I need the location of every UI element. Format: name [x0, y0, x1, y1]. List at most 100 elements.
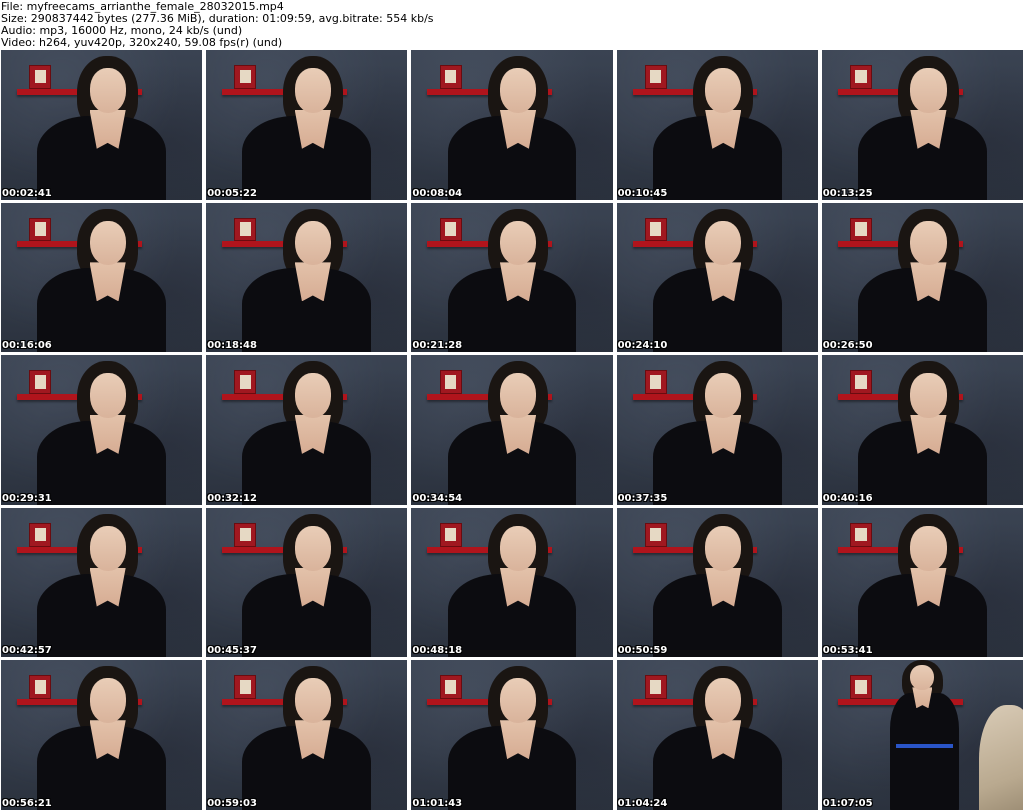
video-thumbnail: 00:26:50 [821, 202, 1023, 353]
video-thumbnail: 00:24:10 [616, 202, 818, 353]
thumbnail-scene-frame [234, 64, 257, 89]
video-thumbnail: 00:10:45 [616, 50, 818, 200]
thumbnail-timestamp: 01:04:24 [617, 798, 668, 809]
thumbnail-timestamp: 00:05:22 [207, 187, 257, 199]
file-info-header: File: myfreecams_arrianthe_female_280320… [0, 0, 1024, 50]
thumbnail-scene-frame [644, 64, 667, 89]
video-thumbnail: 00:29:31 [1, 355, 203, 505]
video-thumbnail: 00:05:22 [206, 50, 408, 200]
thumbnail-scene-frame [849, 64, 873, 89]
thumbnail-scene-person-face [705, 525, 742, 571]
thumbnail-scene-person-face [294, 220, 331, 266]
thumbnail-scene-person-face [89, 678, 126, 724]
thumbnail-timestamp: 00:34:54 [412, 492, 463, 504]
video-thumbnail: 00:48:18 [411, 507, 613, 658]
video-thumbnail: 00:56:21 [1, 660, 203, 810]
thumbnail-scene-person-face [294, 678, 331, 724]
thumbnail-timestamp: 00:50:59 [617, 645, 668, 657]
thumbnail-timestamp: 00:48:18 [412, 645, 463, 657]
thumbnail-scene-person-face [910, 373, 947, 419]
video-thumbnail: 00:16:06 [1, 202, 203, 353]
thumbnail-scene-frame [29, 217, 52, 242]
thumbnail-scene-person-face [705, 678, 742, 724]
thumbnail-scene-person-face [294, 373, 331, 419]
thumbnail-timestamp: 00:45:37 [207, 645, 257, 657]
thumbnail-scene-person-face [705, 220, 742, 266]
thumbnail-timestamp: 00:59:03 [207, 798, 257, 809]
thumbnail-scene-frame [644, 675, 667, 700]
thumbnail-scene-frame [644, 217, 667, 242]
thumbnail-scene-person-face [499, 678, 537, 724]
video-thumbnail: 00:18:48 [206, 202, 408, 353]
thumbnail-timestamp: 00:10:45 [617, 187, 668, 199]
video-thumbnail: 00:50:59 [616, 507, 818, 658]
video-thumbnail: 00:40:16 [821, 355, 1023, 505]
thumbnail-timestamp: 00:53:41 [822, 645, 873, 657]
video-thumbnail: 01:01:43 [411, 660, 613, 810]
thumbnail-timestamp: 00:16:06 [2, 340, 52, 352]
thumbnail-scene-belt [896, 744, 953, 748]
video-thumbnail: 00:32:12 [206, 355, 408, 505]
thumbnail-scene-frame [439, 522, 462, 547]
thumbnail-scene-frame [29, 370, 52, 395]
thumbnail-scene-frame [439, 675, 462, 700]
thumbnail-scene-chair [978, 705, 1023, 810]
thumbnail-scene-frame [439, 217, 462, 242]
video-thumbnail: 00:53:41 [821, 507, 1023, 658]
thumbnail-scene-person-face [705, 67, 742, 113]
video-thumbnail: 00:21:28 [411, 202, 613, 353]
thumbnail-timestamp: 00:32:12 [207, 492, 257, 504]
thumbnail-scene-person-body [890, 693, 959, 810]
thumbnail-scene-frame [234, 675, 257, 700]
thumbnail-scene-person-face [89, 67, 126, 113]
thumbnail-timestamp: 01:07:05 [822, 798, 873, 809]
thumbnail-timestamp: 00:40:16 [822, 492, 873, 504]
thumbnail-scene-frame [849, 217, 873, 242]
video-thumbnail: 00:13:25 [821, 50, 1023, 200]
thumbnail-scene-person-face [89, 220, 126, 266]
thumbnail-scene-frame [29, 522, 52, 547]
thumbnail-scene-person-face [499, 525, 537, 571]
thumbnail-timestamp: 01:01:43 [412, 798, 463, 809]
thumbnail-scene-person-face [499, 220, 537, 266]
thumbnail-scene-person-face [499, 373, 537, 419]
video-thumbnail: 00:59:03 [206, 660, 408, 810]
thumbnail-timestamp: 00:37:35 [617, 492, 668, 504]
thumbnail-timestamp: 00:56:21 [2, 798, 52, 809]
thumbnail-scene-person-face [910, 67, 947, 113]
thumbnail-scene-frame [439, 370, 462, 395]
thumbnail-scene-person-face [705, 373, 742, 419]
thumbnail-scene-frame [234, 370, 257, 395]
thumbnail-scene-person-face [910, 525, 947, 571]
thumbnail-grid: 00:02:41 00:05:22 00:08:04 00:10:45 00:13:25… [1, 50, 1023, 810]
video-thumbnail: 00:37:35 [616, 355, 818, 505]
video-thumbnail: 00:45:37 [206, 507, 408, 658]
thumbnail-timestamp: 00:02:41 [2, 187, 52, 199]
thumbnail-timestamp: 00:24:10 [617, 340, 668, 352]
thumbnail-scene-frame [29, 675, 52, 700]
thumbnail-timestamp: 00:21:28 [412, 340, 463, 352]
video-thumbnail: 00:02:41 [1, 50, 203, 200]
video-thumbnail: 00:42:57 [1, 507, 203, 658]
thumbnail-scene-frame [849, 675, 873, 700]
thumbnail-scene-frame [29, 64, 52, 89]
thumbnail-timestamp: 00:13:25 [822, 187, 873, 199]
thumbnail-scene-frame [644, 522, 667, 547]
thumbnail-scene-frame [234, 217, 257, 242]
thumbnail-timestamp: 00:08:04 [412, 187, 463, 199]
thumbnail-timestamp: 00:26:50 [822, 340, 873, 352]
thumbnail-scene-person-face [294, 525, 331, 571]
video-thumbnail: 00:08:04 [411, 50, 613, 200]
thumbnail-scene-person-face [910, 220, 947, 266]
video-thumbnail: 00:34:54 [411, 355, 613, 505]
thumbnail-scene-frame [849, 370, 873, 395]
thumbnail-scene-person-face [89, 525, 126, 571]
thumbnail-scene-person-face [89, 373, 126, 419]
thumbnail-scene-person-face [294, 67, 331, 113]
thumbnail-scene-frame [439, 64, 462, 89]
thumbnail-scene-frame [234, 522, 257, 547]
video-thumbnail: 01:07:05 [821, 660, 1023, 810]
thumbnail-timestamp: 00:18:48 [207, 340, 257, 352]
video-thumbnail: 01:04:24 [616, 660, 818, 810]
thumbnail-timestamp: 00:42:57 [2, 645, 52, 657]
